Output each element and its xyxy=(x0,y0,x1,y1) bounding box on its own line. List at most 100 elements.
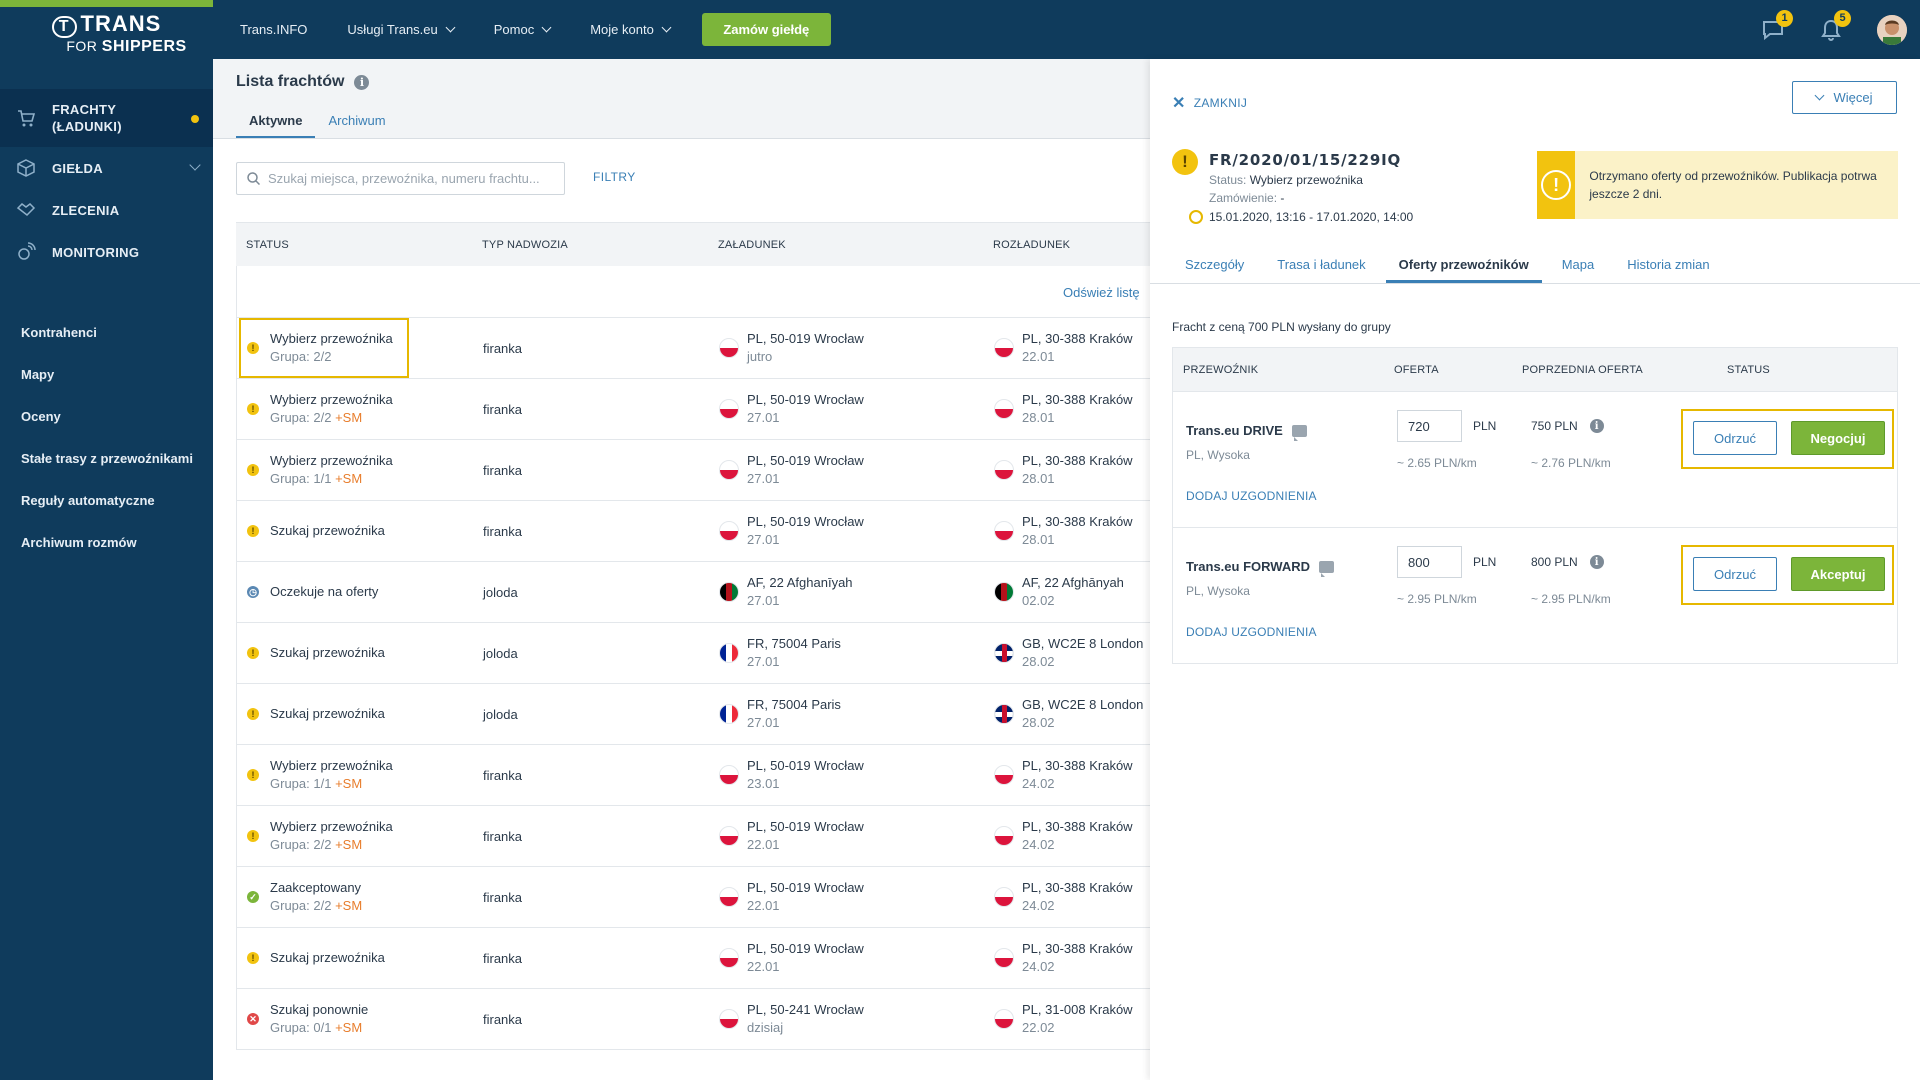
tab-active[interactable]: Aktywne xyxy=(236,109,316,139)
status-block: ✓ Zaakceptowany Grupa: 2/2 +SM xyxy=(241,869,407,925)
table-row[interactable]: ! Wybierz przewoźnika Grupa: 1/1 +SM firank… xyxy=(236,440,1150,501)
accept-button[interactable]: Akceptuj xyxy=(1791,557,1885,591)
header-loading[interactable]: ZAŁADUNEK xyxy=(708,239,983,251)
reject-button[interactable]: Odrzuć xyxy=(1693,421,1777,455)
unloading-cell: PL, 30-388 Kraków 24.02 xyxy=(984,818,1150,854)
messages-button[interactable]: 1 xyxy=(1761,9,1793,42)
unloading-location: PL, 30-388 Kraków 22.01 xyxy=(994,330,1150,366)
sidebar-link-1[interactable]: Kontrahenci xyxy=(0,311,213,353)
loading-place: FR, 75004 Paris xyxy=(747,697,841,712)
info-icon[interactable]: i xyxy=(1589,555,1604,569)
table-row[interactable]: ! Wybierz przewoźnika Grupa: 2/2 firanka PL,… xyxy=(236,318,1150,379)
body-type-cell: firanka xyxy=(483,828,523,844)
sidebar-item-freights[interactable]: FRACHTY (ŁADUNKI) xyxy=(0,89,213,147)
top-nav-help[interactable]: Pomoc xyxy=(494,22,552,37)
messages-badge: 1 xyxy=(1776,9,1793,27)
offer-input[interactable] xyxy=(1397,410,1462,442)
logo[interactable]: T TRANS FOR SHIPPERS xyxy=(0,7,213,59)
table-row[interactable]: ! Szukaj przewoźnika joloda FR, 75004 Paris… xyxy=(236,623,1150,684)
table-row[interactable]: ✓ Zaakceptowany Grupa: 2/2 +SM firanka PL, 5… xyxy=(236,867,1150,928)
filters-link[interactable]: FILTRY xyxy=(593,170,636,184)
table-row[interactable]: ! Szukaj przewoźnika joloda FR, 75004 Paris… xyxy=(236,684,1150,745)
sidebar-item-exchange[interactable]: GIEŁDA xyxy=(0,147,213,189)
status-block: ◷ Oczekuje na oferty xyxy=(241,564,407,620)
group-info: Grupa: 2/2 +SM xyxy=(270,897,362,915)
sidebar-item-orders[interactable]: ZLECENIA xyxy=(0,189,213,231)
unloading-date: 22.01 xyxy=(1022,349,1055,364)
sidebar-item-monitoring[interactable]: MONITORING xyxy=(0,231,213,273)
unloading-cell: PL, 30-388 Kraków 24.02 xyxy=(984,940,1150,976)
table-row[interactable]: ◷ Oczekuje na oferty joloda AF, 22 Afghanīy… xyxy=(236,562,1150,623)
tab-history[interactable]: Historia zmian xyxy=(1614,250,1722,283)
top-nav: Trans.INFO Usługi Trans.eu Pomoc Moje ko… xyxy=(240,13,831,46)
status-block: ! Wybierz przewoźnika Grupa: 2/2 +SM xyxy=(241,808,407,864)
flag-pl-icon xyxy=(719,887,739,907)
avatar[interactable] xyxy=(1877,14,1907,45)
loading-text: PL, 50-241 Wrocław dzisiaj xyxy=(747,1001,864,1037)
satellite-icon xyxy=(14,241,38,263)
freight-table: STATUS TYP NADWOZIA ZAŁADUNEK ROZŁADUNEK… xyxy=(236,222,1150,1050)
sidebar-link-6[interactable]: Archiwum rozmów xyxy=(0,521,213,563)
loading-location: PL, 50-019 Wrocław 22.01 xyxy=(719,818,984,854)
carrier-name: Trans.eu DRIVE xyxy=(1186,423,1307,441)
tab-archive[interactable]: Archiwum xyxy=(315,109,398,139)
top-nav-transinfo[interactable]: Trans.INFO xyxy=(240,22,307,37)
chat-bubble-icon[interactable] xyxy=(1319,560,1335,577)
brand-bar xyxy=(0,0,213,7)
status-label: Wybierz przewoźnika xyxy=(270,392,393,407)
unloading-place: PL, 30-388 Kraków xyxy=(1022,880,1133,895)
loading-location: FR, 75004 Paris 27.01 xyxy=(719,635,984,671)
handshake-icon xyxy=(14,199,38,221)
chevron-down-icon xyxy=(445,22,456,33)
chevron-down-icon xyxy=(541,22,552,33)
header-body-type[interactable]: TYP NADWOZIA xyxy=(472,239,708,251)
offer-currency: PLN xyxy=(1473,555,1497,569)
unloading-cell: PL, 30-388 Kraków 24.02 xyxy=(984,757,1150,793)
info-icon[interactable]: i xyxy=(1589,419,1604,433)
sidebar-link-3[interactable]: Oceny xyxy=(0,395,213,437)
search-input[interactable] xyxy=(268,171,558,186)
top-nav-account[interactable]: Moje konto xyxy=(590,22,672,37)
error-icon: ✕ xyxy=(247,1013,259,1025)
group-count: Grupa: 1/1 xyxy=(270,471,332,486)
unloading-location: PL, 30-388 Kraków 28.01 xyxy=(994,391,1150,427)
tab-carrier-offers[interactable]: Oferty przewoźników xyxy=(1385,250,1542,283)
add-agreements-link[interactable]: DODAJ UZGODNIENIA xyxy=(1186,625,1317,639)
header-status[interactable]: STATUS xyxy=(236,239,472,251)
loading-date: 27.01 xyxy=(747,532,780,547)
status-label: Wybierz przewoźnika xyxy=(270,819,393,834)
sidebar-link-2[interactable]: Mapy xyxy=(0,353,213,395)
table-row[interactable]: ! Wybierz przewoźnika Grupa: 2/2 +SM firank… xyxy=(236,379,1150,440)
table-row[interactable]: ! Wybierz przewoźnika Grupa: 1/1 +SM firank… xyxy=(236,745,1150,806)
warning-icon: ! xyxy=(247,830,259,842)
table-row[interactable]: ! Wybierz przewoźnika Grupa: 2/2 +SM firank… xyxy=(236,806,1150,867)
status-text: Szukaj przewoźnika xyxy=(270,949,385,967)
order-exchange-button[interactable]: Zamów giełdę xyxy=(701,13,831,46)
loading-place: PL, 50-019 Wrocław xyxy=(747,331,864,346)
tab-map[interactable]: Mapa xyxy=(1549,250,1608,283)
tab-details[interactable]: Szczegóły xyxy=(1172,250,1257,283)
tab-route-cargo[interactable]: Trasa i ładunek xyxy=(1264,250,1378,283)
notifications-button[interactable]: 5 xyxy=(1819,9,1851,42)
top-nav-services[interactable]: Usługi Trans.eu xyxy=(347,22,456,37)
reject-button[interactable]: Odrzuć xyxy=(1693,557,1777,591)
close-button[interactable]: ✕ ZAMKNIJ xyxy=(1172,93,1247,113)
more-button[interactable]: Więcej xyxy=(1792,81,1897,114)
negotiate-button[interactable]: Negocjuj xyxy=(1791,421,1885,455)
clock-icon: ◷ xyxy=(247,586,259,598)
add-agreements-link[interactable]: DODAJ UZGODNIENIA xyxy=(1186,489,1317,503)
info-icon[interactable]: i xyxy=(354,74,370,90)
loading-cell: PL, 50-019 Wrocław 27.01 xyxy=(709,513,984,549)
table-row[interactable]: ! Szukaj przewoźnika firanka PL, 50-019 Wro… xyxy=(236,928,1150,989)
table-row[interactable]: ✕ Szukaj ponownie Grupa: 0/1 +SM firanka PL,… xyxy=(236,989,1150,1050)
header-unloading[interactable]: ROZŁADUNEK xyxy=(983,239,1150,251)
offer-input[interactable] xyxy=(1397,546,1462,578)
search-icon xyxy=(247,172,260,185)
chat-bubble-icon[interactable] xyxy=(1291,424,1307,441)
sidebar-link-5[interactable]: Reguły automatyczne xyxy=(0,479,213,521)
loading-place: PL, 50-019 Wrocław xyxy=(747,392,864,407)
table-row[interactable]: ! Szukaj przewoźnika firanka PL, 50-019 Wro… xyxy=(236,501,1150,562)
refresh-list-link[interactable]: Odśwież listę xyxy=(1063,285,1140,300)
sidebar-link-4[interactable]: Stałe trasy z przewoźnikami xyxy=(0,437,213,479)
status-block: ! Szukaj przewoźnika xyxy=(241,625,407,681)
